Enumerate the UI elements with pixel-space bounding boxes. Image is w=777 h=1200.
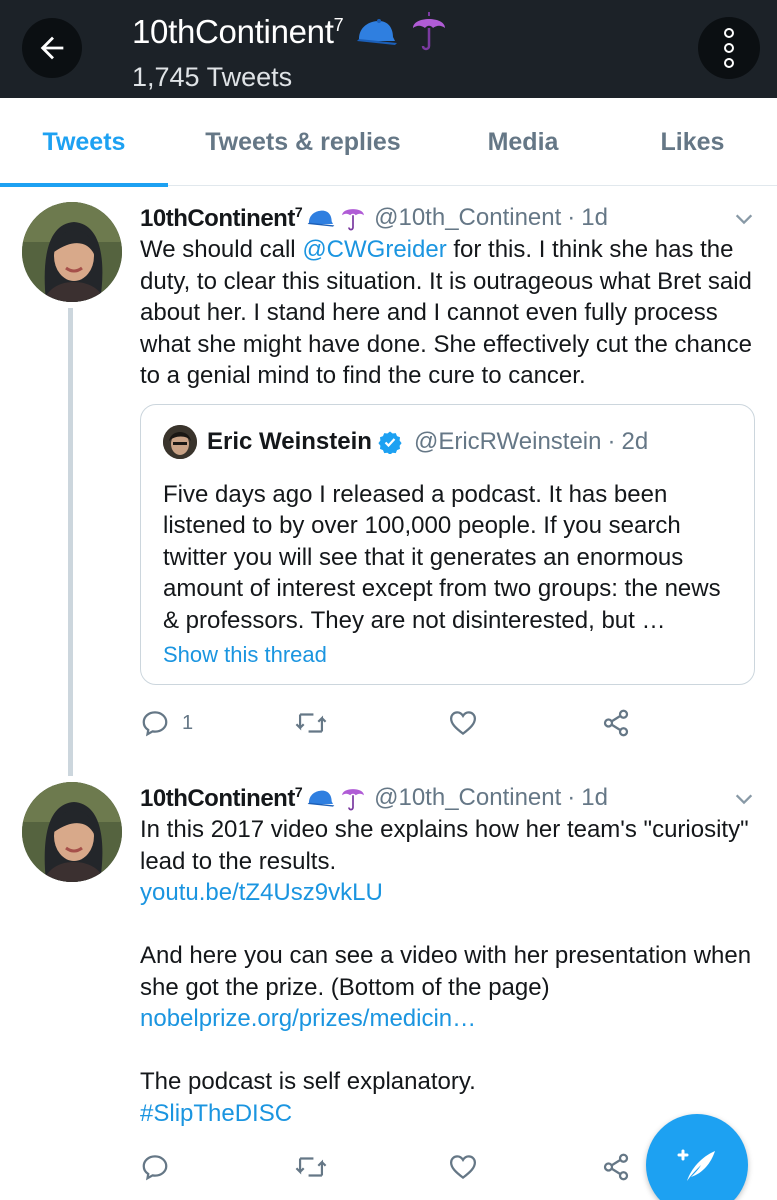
quoted-avatar [163,424,197,459]
chevron-down-icon[interactable] [733,788,755,810]
retweet-icon [295,1157,327,1177]
tweet-header: 10thContinent7 @10th_Continent · 1d [140,202,755,234]
tweet-count: 1,745 Tweets [132,62,293,92]
back-button[interactable] [22,18,82,78]
quoted-author-name: Eric Weinstein [207,427,372,455]
tab-tweets-and-replies[interactable]: Tweets & replies [168,98,438,186]
separator-dot: · [567,204,576,231]
share-icon [604,1153,629,1181]
chevron-down-icon[interactable] [733,208,755,230]
reply-count: 1 [182,711,194,734]
quoted-tweet[interactable]: Eric Weinstein @EricRWeinstein · 2d Five… [140,403,755,685]
page-title: 10thContinent7 [132,13,344,50]
retweet-icon [295,713,327,733]
like-button[interactable] [448,708,602,738]
avatar-photo [22,782,122,882]
hashtag-link[interactable]: #SlipTheDISC [140,1098,755,1130]
quoted-tweet-header: Eric Weinstein @EricRWeinstein · 2d [163,424,732,459]
nobelprize-link[interactable]: nobelprize.org/prizes/medicin… [140,1003,755,1035]
separator-dot: · [607,427,616,455]
tab-media[interactable]: Media [438,98,608,186]
reply-icon [142,1155,168,1181]
author-name[interactable]: 10thContinent7 [140,784,303,813]
show-thread-link[interactable]: Show this thread [163,642,732,668]
tweet-text: In this 2017 video she explains how her … [140,814,755,1129]
share-button[interactable] [601,708,755,738]
mention-link[interactable]: @CWGreider [302,236,446,263]
verified-badge-icon [378,430,402,454]
avatar[interactable] [22,202,122,302]
tab-tweets[interactable]: Tweets [0,98,168,187]
purple-umbrella-emoji-icon [342,209,365,231]
reply-button[interactable]: 1 [140,708,294,738]
tweet-text: We should call @CWGreider for this. I th… [140,236,752,389]
quoted-tweet-text: Five days ago I released a podcast. It h… [163,480,721,634]
quoted-timestamp: 2d [621,427,649,455]
avatar[interactable] [22,782,122,882]
retweet-button[interactable] [294,708,448,738]
thread-connector [68,308,73,776]
avatar-photo [22,202,122,302]
tweet-header: 10thContinent7 @10th_Continent · 1d [140,782,755,814]
tweet[interactable]: 10thContinent7 @10th_Continent · 1d We s… [0,186,777,776]
tweet-paragraph: The podcast is self explanatory. [140,1068,476,1095]
like-button[interactable] [448,1152,602,1182]
heart-icon [449,1155,476,1180]
profile-title-block: 10thContinent7 1,745 Tweets [132,10,447,93]
author-handle[interactable]: @10th_Continent [374,784,561,812]
quoted-author-handle: @EricRWeinstein [413,427,602,455]
author-handle[interactable]: @10th_Continent [374,204,561,232]
profile-tabs: Tweets Tweets & replies Media Likes [0,98,777,187]
purple-umbrella-emoji-icon [342,789,365,811]
separator-dot: · [567,784,576,811]
timestamp[interactable]: 1d [581,204,608,232]
top-app-bar: 10thContinent7 1,745 Tweets [0,0,777,98]
more-options-button[interactable] [698,17,760,79]
vertical-dots-icon [724,28,734,38]
blue-cap-emoji-icon [357,19,398,45]
reply-button[interactable] [140,1152,294,1182]
purple-umbrella-emoji-icon [413,12,446,51]
blue-cap-emoji-icon [307,210,335,227]
timestamp[interactable]: 1d [581,784,608,812]
retweet-button[interactable] [294,1152,448,1182]
compose-feather-icon [677,1149,715,1181]
tweet-actions: 1 [140,703,755,743]
tweet-paragraph: In this 2017 video she explains how her … [140,816,749,875]
youtube-link[interactable]: youtu.be/tZ4Usz9vkLU [140,877,755,909]
tweet-paragraph: And here you can see a video with her pr… [140,942,752,1001]
tweet-body: 10thContinent7 @10th_Continent · 1d We s… [140,202,755,743]
tab-likes[interactable]: Likes [608,98,777,186]
reply-icon [142,711,168,737]
author-name[interactable]: 10thContinent7 [140,204,303,233]
blue-cap-emoji-icon [307,790,335,807]
share-icon [604,709,629,737]
arrow-left-icon [40,36,64,60]
heart-icon [449,711,476,736]
